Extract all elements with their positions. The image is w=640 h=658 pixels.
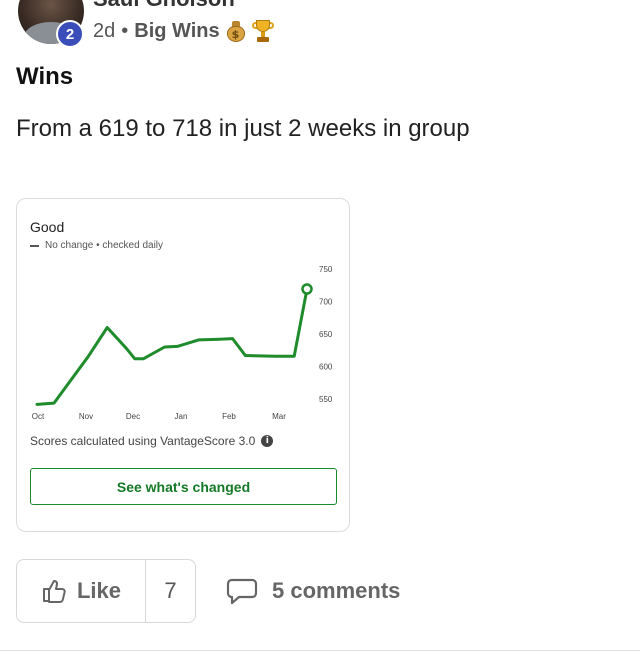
y-tick-label: 700 xyxy=(319,297,333,306)
info-icon[interactable]: i xyxy=(261,435,274,447)
like-count[interactable]: 7 xyxy=(146,560,195,622)
comments-label: 5 comments xyxy=(272,578,401,603)
y-tick-label: 600 xyxy=(319,363,333,372)
post-body: From a 619 to 718 in just 2 weeks in gro… xyxy=(16,115,470,142)
money-bag-icon: $ xyxy=(226,20,246,42)
vantage-footnote: Scores calculated using VantageScore 3.0… xyxy=(30,434,274,448)
comments-button[interactable]: 5 comments xyxy=(226,576,400,606)
post-meta: 2d • Big Wins $ xyxy=(93,19,274,43)
y-tick-label: 650 xyxy=(319,330,333,339)
post-actions: Like 7 5 comments xyxy=(0,558,640,624)
x-tick-label: Nov xyxy=(79,412,93,421)
x-tick-label: Dec xyxy=(126,412,140,421)
like-group: Like 7 xyxy=(16,559,196,623)
trophy-icon xyxy=(251,19,274,43)
post-header: 2 Saul Gholson 2d • Big Wins $ xyxy=(0,0,640,60)
x-tick-label: Feb xyxy=(222,412,236,421)
meta-separator: • xyxy=(121,19,129,42)
post-age: 2d xyxy=(93,19,116,42)
score-rating: Good xyxy=(30,219,65,235)
x-tick-label: Mar xyxy=(272,412,286,421)
see-whats-changed-button[interactable]: See what's changed xyxy=(30,468,337,505)
x-tick-label: Jan xyxy=(175,412,188,421)
score-number-cropped xyxy=(37,199,117,205)
current-score-point[interactable] xyxy=(301,283,313,295)
like-button[interactable]: Like xyxy=(17,560,146,622)
group-link[interactable]: Big Wins xyxy=(134,20,219,43)
credit-score-card[interactable]: Good No change • checked daily 750 700 650… xyxy=(16,198,350,532)
comment-bubble-icon xyxy=(226,578,258,605)
thumbs-up-icon xyxy=(42,580,66,603)
footnote-text: Scores calculated using VantageScore 3.0 xyxy=(30,434,256,448)
level-badge: 2 xyxy=(56,20,84,48)
score-chart: 750 700 650 600 550 Oct Nov Dec Jan Feb Mar xyxy=(32,265,333,421)
legend-dash-icon xyxy=(30,244,39,247)
like-label: Like xyxy=(76,578,122,603)
y-tick-label: 550 xyxy=(319,395,333,404)
score-series-line xyxy=(35,287,309,406)
x-tick-label: Oct xyxy=(32,412,45,421)
feed-divider xyxy=(0,650,640,651)
post-title: Wins xyxy=(16,63,74,90)
author-name[interactable]: Saul Gholson xyxy=(93,0,235,12)
y-tick-label: 750 xyxy=(319,265,333,274)
